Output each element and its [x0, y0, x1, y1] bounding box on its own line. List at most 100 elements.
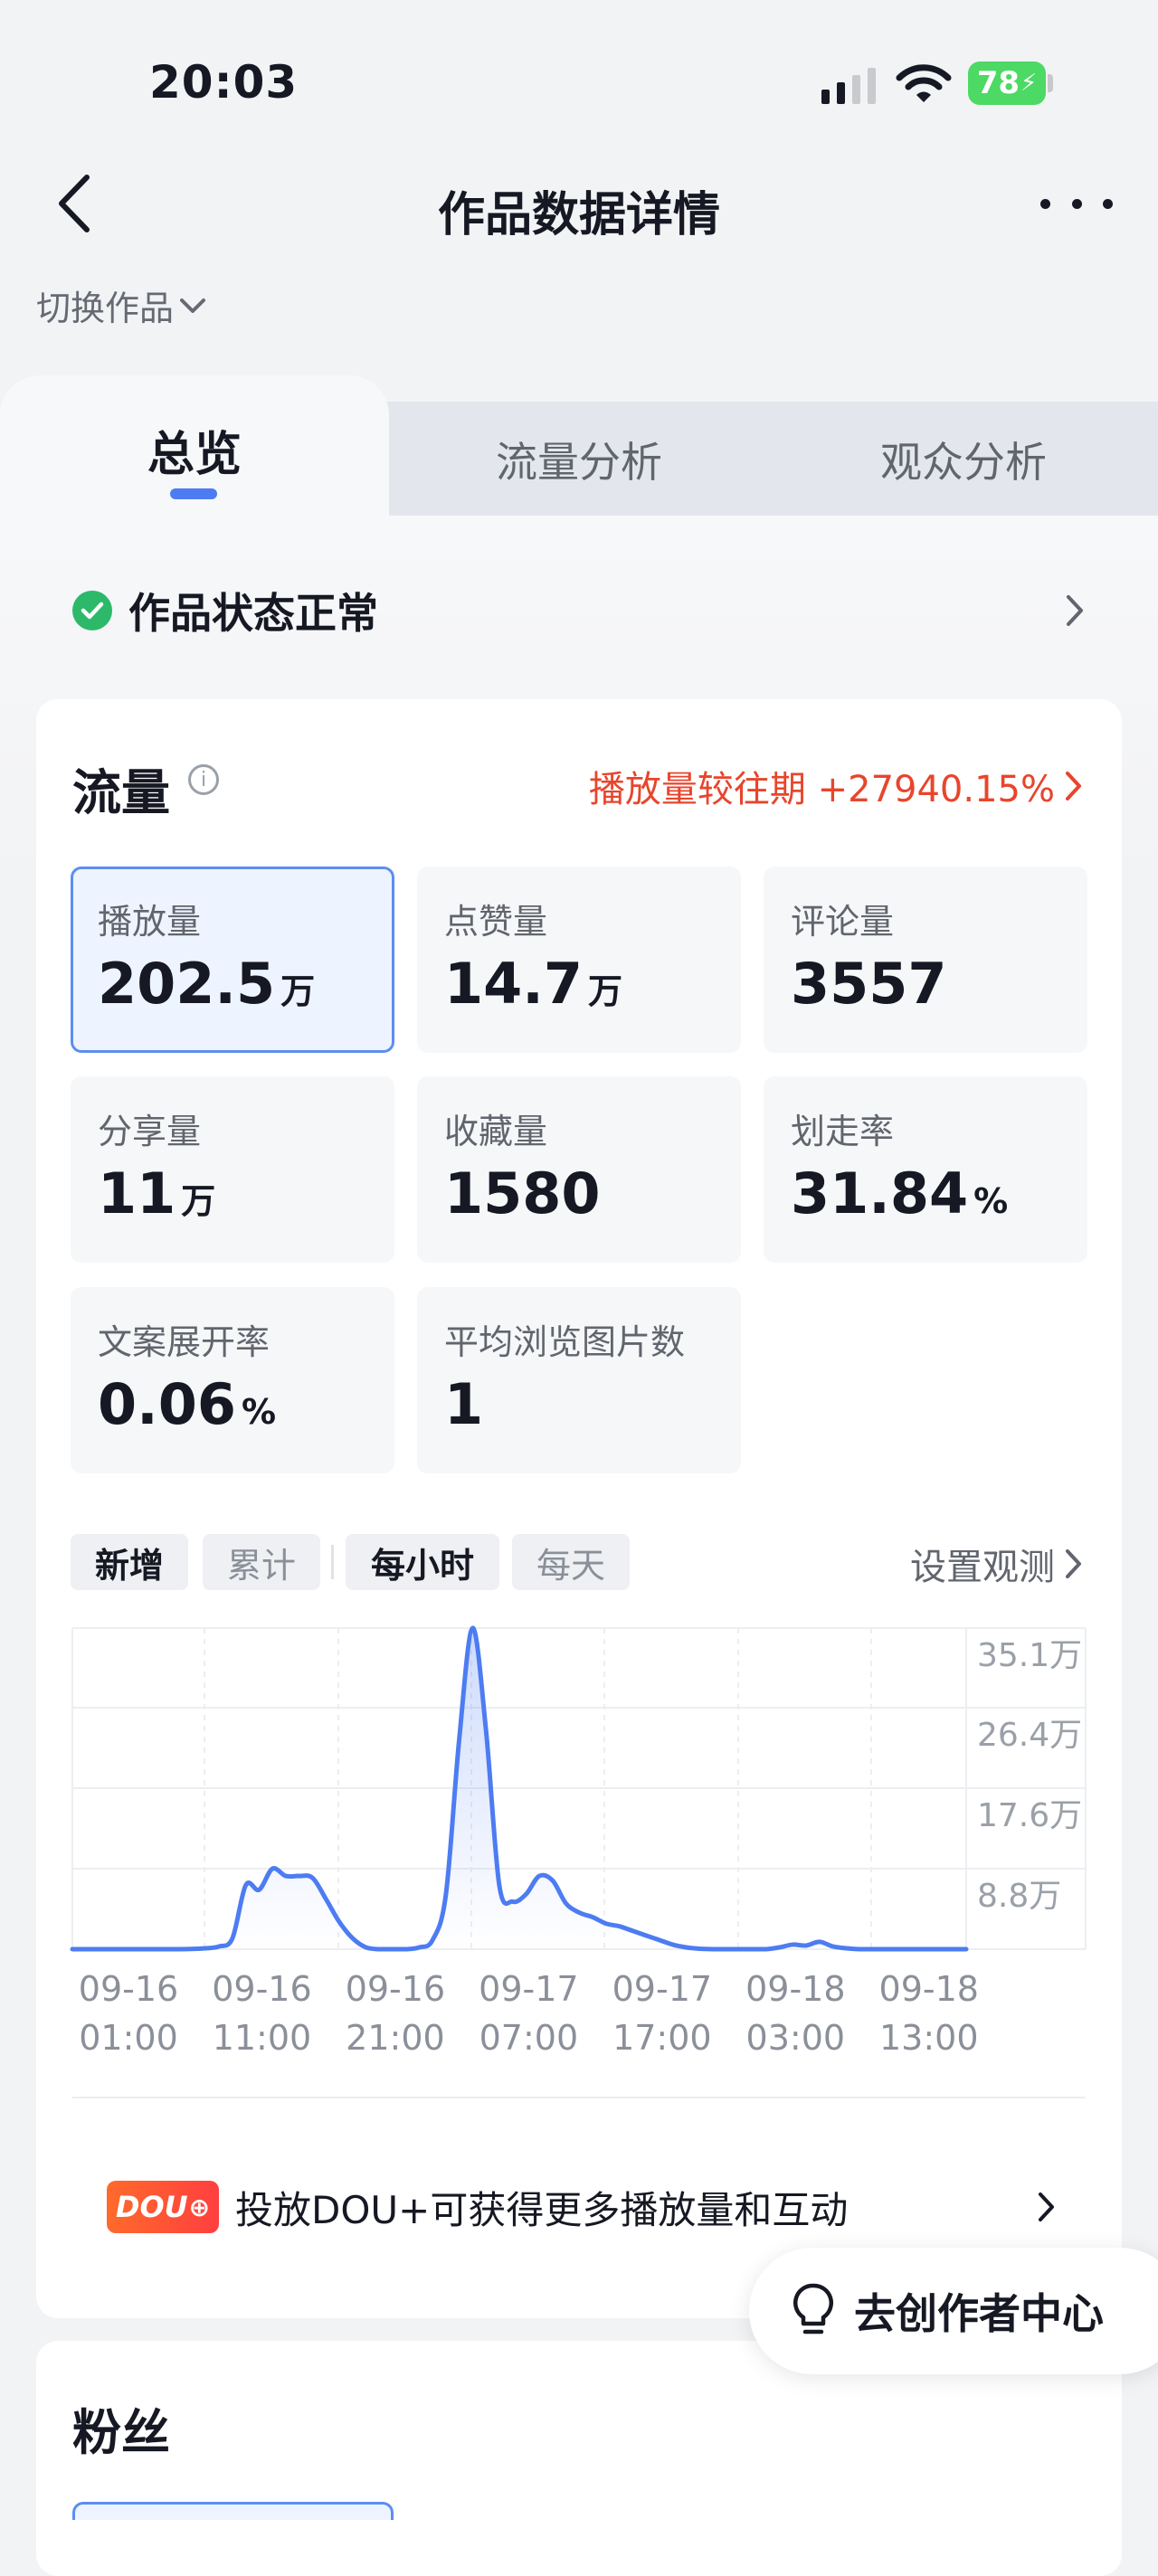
metric-value: 31.84% [791, 1160, 1087, 1226]
battery-tip [1048, 74, 1053, 92]
divider [72, 2097, 1086, 2098]
metric-value: 3557 [791, 951, 1087, 1017]
check-circle-icon [72, 591, 112, 630]
chip-daily[interactable]: 每天 [512, 1534, 630, 1590]
x-tick-date: 09-16 [345, 1969, 446, 2009]
metric-comments[interactable]: 评论量 3557 [764, 867, 1087, 1053]
charging-icon: ⚡ [1020, 70, 1038, 97]
metric-number: 1580 [444, 1160, 601, 1226]
metric-number: 11 [98, 1160, 176, 1226]
y-tick-label: 26.4万 [977, 1717, 1082, 1754]
metric-avg-images-viewed[interactable]: 平均浏览图片数 1 [417, 1287, 741, 1473]
x-tick-date: 09-16 [212, 1969, 312, 2009]
play-compare-text: 播放量较往期 +27940.15% [588, 769, 1055, 810]
x-tick-time: 07:00 [479, 2018, 579, 2058]
play-compare-link[interactable]: 播放量较往期 +27940.15% [589, 760, 1084, 812]
chip-cumulative[interactable]: 累计 [203, 1534, 320, 1590]
dou-logo: DOU ⊕ [107, 2181, 219, 2233]
metric-likes[interactable]: 点赞量 14.7 万 [417, 867, 741, 1053]
x-tick-label: 09-17 07:00 [460, 1965, 596, 2062]
lightbulb-icon [793, 2283, 833, 2334]
y-tick-label: 35.1万 [977, 1637, 1082, 1674]
chevron-right-icon [1066, 1549, 1081, 1578]
set-observation-label: 设置观测 [910, 1547, 1055, 1588]
plus-icon: ⊕ [188, 2192, 211, 2222]
switch-work-dropdown[interactable]: 切换作品 [36, 280, 206, 330]
tab-traffic-analysis[interactable]: 流量分析 [443, 430, 715, 489]
y-tick-label: 8.8万 [977, 1878, 1061, 1915]
metric-unit: % [241, 1392, 277, 1432]
x-tick-label: 09-16 01:00 [61, 1965, 196, 2062]
fans-section-title: 粉丝 [72, 2404, 170, 2461]
dou-logo-text: DOU [115, 2190, 188, 2224]
fans-metric-tile[interactable] [72, 2502, 394, 2520]
creator-center-button[interactable]: 去创作者中心 [749, 2248, 1158, 2374]
fans-card [36, 2341, 1122, 2576]
page-title: 作品数据详情 [437, 188, 720, 242]
creator-center-label: 去创作者中心 [854, 2289, 1104, 2338]
chevron-right-icon [1067, 595, 1083, 626]
metric-shares[interactable]: 分享量 11 万 [71, 1076, 394, 1263]
tab-audience-analysis[interactable]: 观众分析 [828, 430, 1099, 489]
x-tick-date: 09-18 [878, 1969, 979, 2009]
chip-hourly[interactable]: 每小时 [346, 1534, 499, 1590]
metric-value: 11 万 [98, 1160, 394, 1226]
x-tick-label: 09-16 21:00 [327, 1965, 463, 2062]
x-tick-date: 09-17 [612, 1969, 713, 2009]
metric-favorites[interactable]: 收藏量 1580 [417, 1076, 741, 1263]
info-icon[interactable]: i [188, 764, 219, 795]
x-tick-time: 21:00 [346, 2018, 445, 2058]
metric-value: 14.7 万 [444, 951, 741, 1017]
metric-label: 分享量 [98, 1112, 202, 1151]
metric-label: 评论量 [791, 902, 895, 942]
metric-number: 31.84 [791, 1160, 969, 1226]
metric-label: 划走率 [791, 1112, 895, 1151]
x-tick-date: 09-18 [745, 1969, 846, 2009]
x-tick-label: 09-16 11:00 [194, 1965, 329, 2062]
metric-number: 0.06 [98, 1371, 236, 1437]
work-status-text: 作品状态正常 [128, 589, 378, 638]
x-axis-labels: 09-16 01:00 09-16 11:00 09-16 21:00 09-17 07:00… [0, 1965, 1158, 2073]
metric-label: 点赞量 [444, 902, 548, 942]
metric-unit: 万 [587, 971, 622, 1011]
work-status-row[interactable]: 作品状态正常 [72, 579, 1086, 642]
more-dot-icon [1071, 198, 1082, 209]
metric-swipe-away-rate[interactable]: 划走率 31.84% [764, 1076, 1087, 1263]
metric-number: 3557 [791, 951, 947, 1017]
status-time: 20:03 [149, 56, 299, 109]
x-tick-time: 01:00 [79, 2018, 178, 2058]
dou-promo-row[interactable]: DOU ⊕ 投放DOU+可获得更多播放量和互动 [107, 2178, 1057, 2236]
chip-new[interactable]: 新增 [71, 1534, 188, 1590]
chevron-down-icon [180, 298, 206, 313]
metric-label: 收藏量 [444, 1112, 548, 1151]
x-tick-time: 17:00 [612, 2018, 712, 2058]
switch-work-label: 切换作品 [36, 289, 175, 328]
x-tick-label: 09-18 03:00 [727, 1965, 863, 2062]
metric-value: 0.06% [98, 1371, 394, 1437]
metric-value: 1 [444, 1371, 741, 1437]
metric-number: 202.5 [98, 951, 276, 1017]
active-tab-indicator [170, 488, 217, 499]
metric-number: 14.7 [444, 951, 583, 1017]
metric-label: 文案展开率 [98, 1322, 271, 1362]
x-tick-label: 09-18 13:00 [861, 1965, 997, 2062]
x-tick-time: 11:00 [212, 2018, 312, 2058]
dou-promo-text: 投放DOU+可获得更多播放量和互动 [235, 2187, 849, 2232]
chevron-right-icon [1039, 2192, 1054, 2221]
y-tick-label: 17.6万 [977, 1797, 1082, 1834]
more-options-button[interactable] [1040, 181, 1113, 226]
x-tick-date: 09-17 [479, 1969, 579, 2009]
more-dot-icon [1103, 198, 1113, 209]
metric-caption-expand-rate[interactable]: 文案展开率 0.06% [71, 1287, 394, 1473]
x-tick-date: 09-16 [78, 1969, 179, 2009]
metric-number: 1 [444, 1371, 484, 1437]
traffic-section-title: 流量 [72, 764, 170, 821]
set-observation-link[interactable]: 设置观测 [910, 1538, 1084, 1590]
metric-value: 1580 [444, 1160, 741, 1226]
cellular-signal-icon [821, 68, 876, 104]
metric-plays[interactable]: 播放量 202.5 万 [71, 867, 394, 1053]
x-tick-time: 03:00 [745, 2018, 846, 2058]
tab-overview[interactable]: 总览 [0, 416, 389, 484]
chevron-right-icon [1066, 772, 1081, 800]
x-tick-label: 09-17 17:00 [594, 1965, 730, 2062]
